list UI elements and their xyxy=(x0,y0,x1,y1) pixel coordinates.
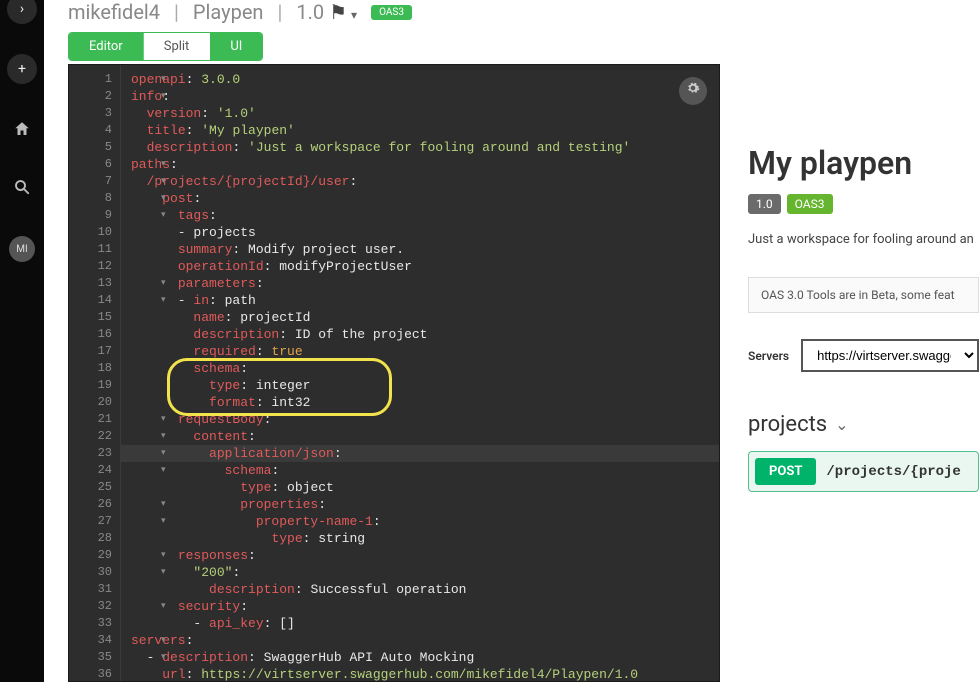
fold-toggle[interactable]: ▾ xyxy=(161,156,166,173)
fold-toggle[interactable]: ▾ xyxy=(161,88,166,105)
operation-path: /projects/{proje xyxy=(826,464,960,480)
fold-toggle[interactable]: ▾ xyxy=(161,292,166,309)
fold-toggle[interactable]: ▾ xyxy=(161,598,166,615)
user-avatar[interactable]: MI xyxy=(9,236,35,262)
version-badge: 1.0 xyxy=(748,194,781,214)
editor-gutter: 1234567891011121314151617181920212223242… xyxy=(69,65,121,681)
fold-toggle[interactable]: ▾ xyxy=(161,564,166,581)
http-method-badge: POST xyxy=(755,458,816,485)
chevron-down-icon: ⌄ xyxy=(835,415,848,434)
oas3-badge: OAS3 xyxy=(787,194,833,214)
breadcrumb-version[interactable]: 1.0 ⚑▾ xyxy=(296,0,357,24)
oas-badge: OAS3 xyxy=(371,5,412,20)
servers-label: Servers xyxy=(748,349,789,363)
swagger-ui-preview: My playpen 1.0 OAS3 Just a workspace for… xyxy=(730,64,979,682)
api-description: Just a workspace for fooling around an xyxy=(748,232,979,247)
fold-toggle[interactable]: ▾ xyxy=(161,411,166,428)
fold-toggle[interactable]: ▾ xyxy=(161,632,166,649)
fold-toggle[interactable]: ▾ xyxy=(161,71,166,88)
breadcrumb-separator: | xyxy=(174,0,179,24)
yaml-editor[interactable]: 1234567891011121314151617181920212223242… xyxy=(68,64,720,682)
sidebar-new-button[interactable]: + xyxy=(7,54,37,84)
fold-toggle[interactable]: ▾ xyxy=(161,207,166,224)
home-icon[interactable] xyxy=(13,120,31,142)
breadcrumb-owner[interactable]: mikefidel4 xyxy=(68,0,160,24)
beta-notice: OAS 3.0 Tools are in Beta, some feat xyxy=(748,277,979,313)
breadcrumb-separator: | xyxy=(277,0,282,24)
tab-ui[interactable]: UI xyxy=(210,33,262,60)
servers-dropdown[interactable]: https://virtserver.swagge xyxy=(801,339,979,372)
breadcrumb-project[interactable]: Playpen xyxy=(193,0,264,24)
tab-editor[interactable]: Editor xyxy=(69,33,144,60)
operation-row[interactable]: POST /projects/{proje xyxy=(748,451,979,492)
fold-toggle[interactable]: ▾ xyxy=(161,513,166,530)
editor-code[interactable]: ▾openapi: 3.0.0▾info: version: '1.0' tit… xyxy=(121,65,719,681)
view-mode-tabs: Editor Split UI xyxy=(68,32,263,61)
fold-toggle[interactable]: ▾ xyxy=(161,428,166,445)
api-title: My playpen xyxy=(748,144,979,182)
flag-icon: ⚑ xyxy=(329,0,347,24)
chevron-right-icon: › xyxy=(20,1,24,17)
fold-toggle[interactable]: ▾ xyxy=(161,547,166,564)
fold-toggle[interactable]: ▾ xyxy=(161,462,166,479)
fold-toggle[interactable]: ▾ xyxy=(161,496,166,513)
breadcrumb: mikefidel4 | Playpen | 1.0 ⚑▾ OAS3 xyxy=(44,0,979,24)
left-sidebar: › + MI xyxy=(0,0,44,682)
plus-icon: + xyxy=(18,61,26,77)
fold-toggle[interactable]: ▾ xyxy=(161,445,166,462)
fold-toggle[interactable]: ▾ xyxy=(161,190,166,207)
fold-toggle[interactable]: ▾ xyxy=(161,649,166,666)
tag-header-projects[interactable]: projects ⌄ xyxy=(748,412,979,437)
fold-toggle[interactable]: ▾ xyxy=(161,275,166,292)
search-icon[interactable] xyxy=(13,178,31,200)
chevron-down-icon: ▾ xyxy=(351,8,357,22)
fold-toggle[interactable]: ▾ xyxy=(161,173,166,190)
sidebar-expand-button[interactable]: › xyxy=(7,0,37,24)
tab-split[interactable]: Split xyxy=(144,33,211,60)
